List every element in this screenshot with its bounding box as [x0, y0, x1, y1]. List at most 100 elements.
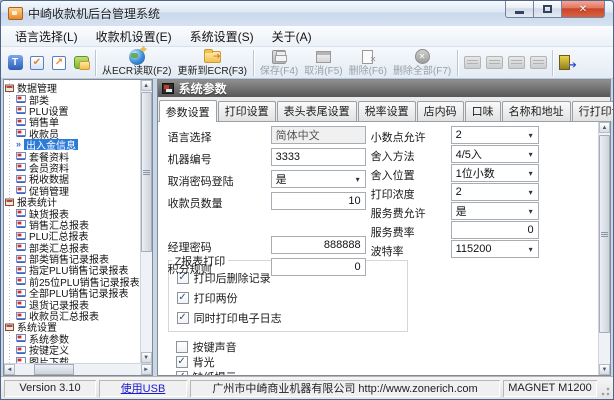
save-button[interactable]: 保存(F4) — [257, 48, 301, 78]
checkbox-row[interactable]: ✓背光 — [176, 355, 215, 369]
tree-item[interactable]: 销售单 — [4, 116, 140, 127]
checkbox[interactable]: ✓ — [177, 312, 189, 324]
tree-item[interactable]: 部类销售记录报表 — [4, 253, 140, 264]
tree-item[interactable]: 退货记录报表 — [4, 298, 140, 309]
language-tool-button[interactable]: T — [4, 50, 26, 76]
tree-item-label[interactable]: 系统参数 — [29, 333, 69, 344]
select-field[interactable]: 1位小数▾ — [451, 164, 539, 182]
checkbox[interactable]: ✓ — [177, 292, 189, 304]
resize-grip[interactable] — [600, 380, 610, 397]
scroll-right-icon[interactable]: ► — [141, 364, 152, 375]
delete-all-button[interactable]: ✕ 删除全部(F7) — [390, 48, 454, 78]
tree-item[interactable]: 全部PLU销售记录报表 — [4, 287, 140, 298]
tree-item-label[interactable]: 出入金信息 — [24, 139, 78, 150]
checkbox[interactable]: ✓ — [176, 371, 188, 375]
scroll-down-icon[interactable]: ▼ — [599, 364, 610, 375]
tab[interactable]: 店内码 — [417, 101, 464, 121]
input-field[interactable]: 0 — [271, 258, 366, 276]
tree-item-label[interactable]: 收款员 — [29, 128, 59, 139]
tree-item[interactable]: 会员资料 — [4, 162, 140, 173]
input-field[interactable]: 简体中文 — [271, 126, 366, 144]
tree-item[interactable]: 缺货报表 — [4, 207, 140, 218]
tree-item-label[interactable]: 前25位PLU销售记录报表 — [29, 276, 140, 287]
card-tool-button[interactable] — [527, 50, 549, 76]
input-field[interactable]: 3333 — [271, 148, 366, 166]
tree-item[interactable]: PLU汇总报表 — [4, 230, 140, 241]
tree-item[interactable]: 系统参数 — [4, 333, 140, 344]
tab[interactable]: 名称和地址 — [502, 101, 571, 121]
input-field[interactable]: 888888 — [271, 236, 366, 254]
scroll-up-icon[interactable]: ▲ — [599, 122, 610, 133]
form-vertical-scrollbar[interactable]: ▲ ▼ — [598, 122, 610, 375]
tree-item-label[interactable]: 指定PLU销售记录报表 — [29, 264, 128, 275]
scrollbar-thumb[interactable] — [599, 135, 610, 333]
tree-item[interactable]: 收款员汇总报表 — [4, 310, 140, 321]
tree-item[interactable]: 按键定义 — [4, 344, 140, 355]
maximize-button[interactable] — [534, 1, 561, 18]
minimize-button[interactable] — [505, 1, 534, 18]
tree-item[interactable]: 税收数据 — [4, 173, 140, 184]
sidebar-vertical-scrollbar[interactable]: ▲ ▼ — [140, 80, 152, 363]
select-field[interactable]: 4/5入▾ — [451, 145, 539, 163]
tree-group-label[interactable]: 数据管理 — [17, 82, 57, 93]
input-field[interactable]: 10 — [271, 192, 366, 210]
tree-item-label[interactable]: 收款员汇总报表 — [29, 310, 99, 321]
checkbox[interactable] — [176, 341, 188, 353]
checkbox-row[interactable]: ✓缺纸提示 — [176, 370, 237, 375]
checkbox-row[interactable]: ✓打印两份 — [177, 291, 238, 305]
tree-item-label[interactable]: 退货记录报表 — [29, 298, 89, 309]
tab[interactable]: 税率设置 — [358, 101, 416, 121]
tree-item-label[interactable]: 销售单 — [29, 116, 59, 127]
sidebar-horizontal-scrollbar[interactable]: ◄ ► — [4, 363, 152, 375]
ecr-settings-tool-button[interactable]: ✔ — [26, 50, 48, 76]
menu-item[interactable]: 系统设置(S) — [181, 26, 263, 47]
about-tool-button[interactable] — [70, 50, 92, 76]
tab[interactable]: 表头表尾设置 — [277, 101, 357, 121]
export-tool-button[interactable] — [505, 50, 527, 76]
tree-item-label[interactable]: 税收数据 — [29, 173, 69, 184]
tree-item[interactable]: 前25位PLU销售记录报表 — [4, 276, 140, 287]
tab[interactable]: 行打印设置 — [572, 101, 614, 121]
checkbox-row[interactable]: 按键声音 — [176, 340, 237, 354]
tree-item-label[interactable]: 全部PLU销售记录报表 — [29, 287, 128, 298]
tab-active[interactable]: 参数设置 — [159, 100, 217, 122]
tree-item[interactable]: 套餐资料 — [4, 150, 140, 161]
read-from-ecr-button[interactable]: 从ECR读取(F2) — [99, 48, 174, 78]
menu-item[interactable]: 收款机设置(E) — [87, 26, 181, 47]
tree-item-label[interactable]: 缺货报表 — [29, 207, 69, 218]
close-button[interactable]: ✕ — [561, 1, 605, 18]
tree-item-label[interactable]: 套餐资料 — [29, 150, 69, 161]
menu-item[interactable]: 语言选择(L) — [6, 26, 87, 47]
tab[interactable]: 口味 — [465, 101, 501, 121]
select-field[interactable]: 115200▾ — [451, 240, 539, 258]
select-field[interactable]: 2▾ — [451, 183, 539, 201]
scrollbar-thumb[interactable] — [141, 92, 152, 252]
input-field[interactable]: 0 — [451, 221, 539, 239]
tree-item[interactable]: 部类 — [4, 93, 140, 104]
tree-item[interactable]: 收款员 — [4, 128, 140, 139]
tree-item[interactable]: 部类汇总报表 — [4, 241, 140, 252]
scroll-left-icon[interactable]: ◄ — [4, 364, 15, 375]
tree-item-label[interactable]: 部类销售记录报表 — [29, 253, 109, 264]
tree-item[interactable]: 促销管理 — [4, 185, 140, 196]
checkbox-row[interactable]: ✓同时打印电子日志 — [177, 311, 282, 325]
menu-item[interactable]: 关于(A) — [263, 26, 321, 47]
tree-item[interactable]: PLU设置 — [4, 105, 140, 116]
tree-item-label[interactable]: 按键定义 — [29, 344, 69, 355]
checkbox[interactable]: ✓ — [176, 356, 188, 368]
cancel-button[interactable]: 取消(F5) — [301, 48, 345, 78]
tree-item[interactable]: »出入金信息 — [4, 139, 140, 150]
scrollbar-thumb[interactable] — [34, 364, 74, 375]
import-tool-button[interactable] — [461, 50, 483, 76]
tree-item-label[interactable]: 部类 — [29, 93, 49, 104]
scroll-down-icon[interactable]: ▼ — [141, 352, 152, 363]
tab[interactable]: 打印设置 — [218, 101, 276, 121]
update-to-ecr-button[interactable]: 更新到ECR(F3) — [174, 48, 249, 78]
tree-item-label[interactable]: 会员资料 — [29, 162, 69, 173]
tree-item-label[interactable]: 图片下载 — [29, 355, 69, 363]
tree-item-label[interactable]: PLU设置 — [29, 105, 68, 116]
title-bar[interactable]: 中崎收款机后台管理系统 ✕ — [1, 1, 613, 26]
tree-item-label[interactable]: 部类汇总报表 — [29, 241, 89, 252]
scroll-up-icon[interactable]: ▲ — [141, 80, 152, 91]
use-usb-link[interactable]: 使用USB — [121, 380, 166, 396]
